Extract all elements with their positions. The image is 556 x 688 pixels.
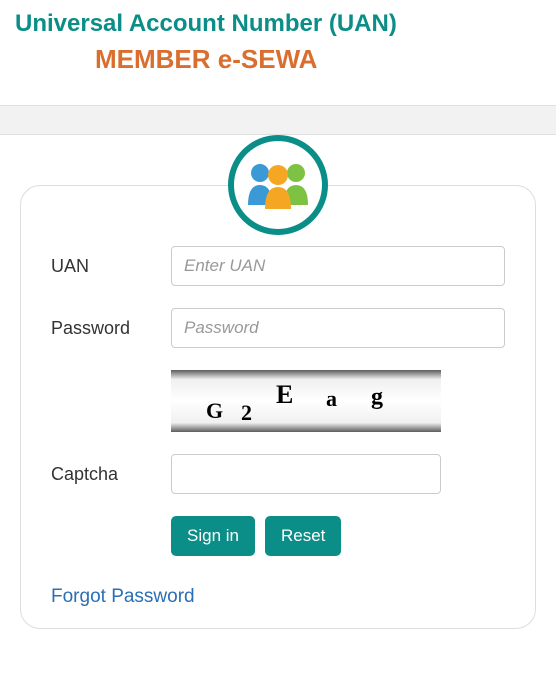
- forgot-password-link[interactable]: Forgot Password: [51, 586, 195, 607]
- uan-label: UAN: [51, 256, 171, 277]
- page-header: Universal Account Number (UAN) MEMBER e-…: [0, 0, 556, 95]
- captcha-char-4: a: [326, 386, 337, 412]
- signin-button[interactable]: Sign in: [171, 516, 255, 556]
- reset-button[interactable]: Reset: [265, 516, 341, 556]
- captcha-char-3: E: [276, 380, 293, 410]
- title-member-esewa: MEMBER e-SEWA: [15, 44, 541, 75]
- captcha-image: G 2 E a g: [171, 370, 441, 432]
- login-card: UAN Password G 2 E a g Captcha Sign in R…: [20, 185, 536, 629]
- password-input[interactable]: [171, 308, 505, 348]
- captcha-char-5: g: [371, 384, 383, 411]
- captcha-char-2: 2: [241, 400, 252, 426]
- title-uan: Universal Account Number (UAN): [15, 10, 541, 38]
- uan-input[interactable]: [171, 246, 505, 286]
- divider-band: [0, 105, 556, 135]
- captcha-input[interactable]: [171, 454, 441, 494]
- captcha-label: Captcha: [51, 464, 171, 485]
- captcha-char-1: G: [206, 398, 223, 424]
- password-label: Password: [51, 318, 171, 339]
- people-group-icon: [228, 135, 328, 235]
